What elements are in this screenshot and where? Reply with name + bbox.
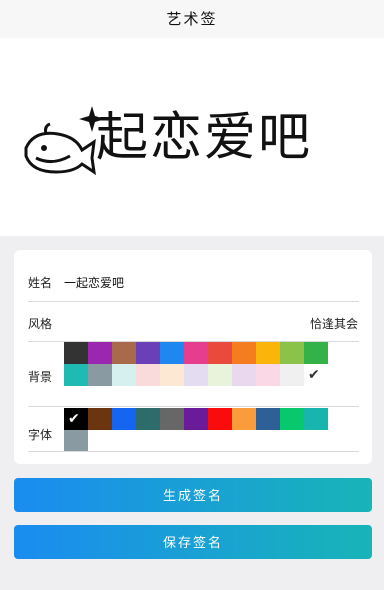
- signature-preview: 起恋爱吧: [0, 38, 384, 236]
- background-color-swatch[interactable]: [280, 364, 304, 386]
- font-color-swatch[interactable]: [112, 408, 136, 430]
- background-color-swatch[interactable]: [256, 342, 280, 364]
- font-color-swatch[interactable]: ✔: [64, 408, 88, 430]
- background-color-swatch[interactable]: [112, 364, 136, 386]
- background-color-swatch[interactable]: [184, 364, 208, 386]
- background-color-swatch[interactable]: [88, 364, 112, 386]
- font-color-swatch[interactable]: [256, 408, 280, 430]
- font-color-swatch[interactable]: [184, 408, 208, 430]
- page-title: 艺术签: [0, 0, 384, 38]
- font-color-swatch[interactable]: [88, 408, 112, 430]
- background-color-swatch[interactable]: [112, 342, 136, 364]
- background-color-swatch[interactable]: [88, 342, 112, 364]
- checkmark-icon: ✔: [308, 367, 320, 383]
- background-color-swatch[interactable]: [64, 364, 88, 386]
- background-color-swatch[interactable]: [256, 364, 280, 386]
- background-color-swatch[interactable]: [136, 342, 160, 364]
- name-label: 姓名: [28, 276, 53, 290]
- background-color-swatch[interactable]: [208, 364, 232, 386]
- generate-signature-button[interactable]: 生成签名: [14, 478, 372, 512]
- background-color-swatch[interactable]: [160, 342, 184, 364]
- signature-text: 起恋爱吧: [96, 108, 313, 168]
- save-signature-button[interactable]: 保存签名: [14, 525, 372, 559]
- font-color-swatch[interactable]: [160, 408, 184, 430]
- background-color-swatch[interactable]: [280, 342, 304, 364]
- divider: [28, 406, 359, 407]
- background-label: 背景: [28, 370, 53, 384]
- background-color-swatch[interactable]: [136, 364, 160, 386]
- name-input[interactable]: 一起恋爱吧: [64, 274, 124, 291]
- font-color-swatch[interactable]: [304, 408, 328, 430]
- background-color-swatch[interactable]: [232, 342, 256, 364]
- style-select[interactable]: 恰逢其会: [310, 315, 358, 332]
- settings-card: 姓名 一起恋爱吧 风格 恰逢其会 背景 ✔ 字体 ✔: [14, 250, 372, 464]
- font-color-swatch[interactable]: [208, 408, 232, 430]
- background-color-swatch[interactable]: [232, 364, 256, 386]
- font-label: 字体: [28, 428, 53, 442]
- background-color-swatch[interactable]: [208, 342, 232, 364]
- font-color-swatch[interactable]: [136, 408, 160, 430]
- divider: [28, 301, 359, 302]
- checkmark-icon: ✔: [68, 411, 80, 427]
- font-color-swatch[interactable]: [64, 430, 88, 452]
- style-label: 风格: [28, 317, 53, 331]
- background-color-swatch[interactable]: ✔: [304, 364, 328, 386]
- background-color-swatch[interactable]: [184, 342, 208, 364]
- divider: [28, 451, 359, 452]
- background-color-swatch[interactable]: [160, 364, 184, 386]
- background-color-swatch[interactable]: [64, 342, 88, 364]
- background-color-swatch[interactable]: [304, 342, 328, 364]
- font-color-swatch[interactable]: [280, 408, 304, 430]
- font-color-swatch[interactable]: [232, 408, 256, 430]
